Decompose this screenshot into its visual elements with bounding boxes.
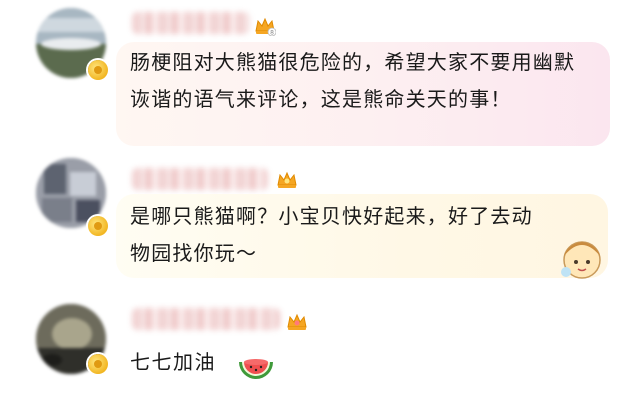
crown-level-icon	[277, 171, 297, 188]
comment-feed: 8 肠梗阻对大熊猫很危险的，希望大家不要用幽默诙谐的语气来评论，这是熊命关天的事…	[0, 0, 638, 410]
comment-bubble[interactable]: 是哪只熊猫啊？小宝贝快好起来，好了去动物园找你玩～	[116, 194, 608, 278]
comment-text: 七七加油	[130, 350, 216, 374]
comment-item: 七七加油	[0, 290, 638, 410]
watermelon-emoji-icon	[239, 359, 273, 379]
username-redacted[interactable]	[132, 168, 268, 190]
comment-item: 是哪只熊猫啊？小宝贝快好起来，好了去动物园找你玩～	[0, 150, 638, 290]
comment-bubble[interactable]: 肠梗阻对大熊猫很危险的，希望大家不要用幽默诙谐的语气来评论，这是熊命关天的事！	[116, 42, 610, 146]
gold-medal-icon	[88, 216, 108, 236]
comment-text: 肠梗阻对大熊猫很危险的，希望大家不要用幽默诙谐的语气来评论，这是熊命关天的事！	[130, 50, 576, 111]
crown-level-icon	[287, 313, 307, 330]
crown-level-icon: 8	[255, 17, 276, 37]
comment-text: 是哪只熊猫啊？小宝贝快好起来，好了去动物园找你玩～	[130, 204, 533, 265]
svg-text:8: 8	[270, 30, 274, 37]
username-redacted[interactable]	[132, 308, 280, 330]
comment-item: 8 肠梗阻对大熊猫很危险的，希望大家不要用幽默诙谐的语气来评论，这是熊命关天的事…	[0, 0, 638, 150]
cartoon-girl-sticker-icon	[561, 241, 601, 279]
gold-medal-icon	[88, 354, 108, 374]
username-redacted[interactable]	[132, 12, 250, 34]
gold-medal-icon	[88, 60, 108, 80]
